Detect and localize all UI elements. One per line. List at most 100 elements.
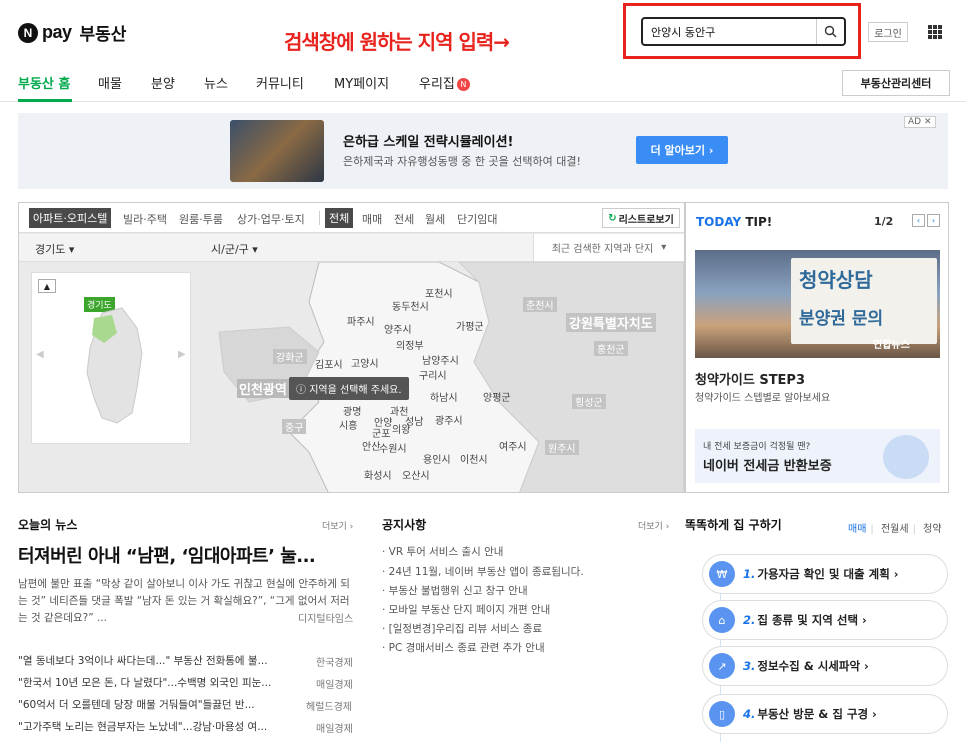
map-city-label[interactable]: 남양주시 xyxy=(422,352,459,367)
map-panel[interactable]: 아파트·오피스텔 빌라·주택 원룸·투룸 상가·업무·토지 전체 매매 전세 월… xyxy=(18,202,685,493)
map-region-label[interactable]: 강원특별자치도 xyxy=(566,313,656,332)
ad-banner[interactable]: 은하급 스케일 전략시뮬레이션! 은하제국과 자유행성동맹 중 한 곳을 선택하… xyxy=(18,113,948,189)
map-city-label[interactable]: 인천광역 xyxy=(237,379,289,398)
map-city-label[interactable]: 고양시 xyxy=(351,355,379,370)
ad-close-icon[interactable]: AD ✕ xyxy=(904,116,936,128)
map-city-label[interactable]: 양주시 xyxy=(384,321,412,336)
login-button[interactable]: 로그인 xyxy=(868,22,908,42)
map-city-label[interactable]: 포천시 xyxy=(425,285,453,300)
map-city-label[interactable]: 구리시 xyxy=(419,367,447,382)
ad-learn-more-button[interactable]: 더 알아보기 › xyxy=(636,136,728,164)
news-item[interactable]: "한국서 10년 모은 돈, 다 날렸다"...수백명 외국인 피눈... xyxy=(18,675,271,690)
minimap-right-arrow-icon[interactable]: ▶ xyxy=(178,349,186,360)
map-city-label[interactable]: 이천시 xyxy=(460,451,488,466)
map-city-label[interactable]: 용인시 xyxy=(423,451,451,466)
recent-search-dropdown[interactable]: 최근 검색한 지역과 단지 ▾ xyxy=(533,234,684,261)
news-item[interactable]: "60억서 더 오를텐데 당장 매물 거둬들여"들끓던 반... xyxy=(18,697,294,712)
notice-item[interactable]: · PC 경매서비스 종료 관련 추가 안내 xyxy=(382,640,545,655)
select-region-tooltip: ⓘ 지역을 선택해 주세요. xyxy=(289,377,409,400)
news-item-source: 매일경제 xyxy=(316,724,353,735)
minimap-left-arrow-icon[interactable]: ◀ xyxy=(36,349,44,360)
search-box[interactable]: 안양시 동안구 xyxy=(641,17,846,46)
notice-item[interactable]: · 부동산 불법행위 신고 창구 안내 xyxy=(382,583,528,598)
map-city-label[interactable]: 수원시 xyxy=(379,440,407,455)
city-select[interactable]: 시/군/구 ▾ xyxy=(211,241,258,257)
prev-arrow-icon[interactable]: ‹ xyxy=(912,214,925,227)
list-view-label: 리스트로보기 xyxy=(618,214,674,226)
search-icon[interactable] xyxy=(816,19,844,44)
nav-listings[interactable]: 매물 xyxy=(98,73,122,92)
apps-grid-icon[interactable] xyxy=(928,25,942,39)
tab-all[interactable]: 전체 xyxy=(325,208,354,228)
map-region-label[interactable]: 강화군 xyxy=(273,349,307,364)
list-view-button[interactable]: ↻ 리스트로보기 xyxy=(602,208,680,228)
banner-title: 네이버 전세금 반환보증 xyxy=(703,459,832,474)
map-region-label[interactable]: 춘천시 xyxy=(523,297,557,312)
tab-sale[interactable]: 매매 xyxy=(362,211,382,227)
tab-monthly[interactable]: 월세 xyxy=(425,211,445,227)
guide-step-3[interactable]: ↗ 3. 정보수집 & 시세파악 › xyxy=(702,646,948,686)
tab-jeonse[interactable]: 전세 xyxy=(394,211,414,227)
map-region-label[interactable]: 홍천군 xyxy=(594,341,628,356)
nav-myhome[interactable]: 우리집 N xyxy=(419,73,470,92)
guide-tab-rent[interactable]: 전월세 xyxy=(881,524,909,535)
guide-tab-sale[interactable]: 매매 xyxy=(848,524,866,535)
tab-commercial[interactable]: 상가·업무·토지 xyxy=(237,211,305,227)
map-city-label[interactable]: 파주시 xyxy=(347,313,375,328)
notice-item[interactable]: · VR 투어 서비스 출시 안내 xyxy=(382,544,503,559)
jeonse-guarantee-banner[interactable]: 내 전세 보증금이 걱정될 땐? 네이버 전세금 반환보증 xyxy=(695,429,940,483)
guide-step-text: 정보수집 & 시세파악 › xyxy=(757,659,869,673)
tip-photo[interactable]: 청약상담 분양권 문의 연합뉴스 xyxy=(695,250,940,358)
new-badge: N xyxy=(456,78,470,91)
house-icon: ⌂ xyxy=(709,607,735,633)
nav-myhome-label: 우리집 xyxy=(419,77,455,92)
tab-apartment[interactable]: 아파트·오피스텔 xyxy=(29,208,112,228)
nav-mypage[interactable]: MY페이지 xyxy=(334,73,389,92)
minimap[interactable]: ▲ 경기도 ◀ ▶ xyxy=(31,272,191,444)
map-region-label[interactable]: 횡성군 xyxy=(572,394,606,409)
search-input[interactable]: 안양시 동안구 xyxy=(643,24,816,40)
notice-more-link[interactable]: 더보기 › xyxy=(638,519,669,532)
map-city-label[interactable]: 김포시 xyxy=(315,356,343,371)
map-city-label[interactable]: 시흥 xyxy=(339,417,357,432)
tab-short-term[interactable]: 단기임대 xyxy=(457,211,497,227)
map-city-label[interactable]: 가평군 xyxy=(456,318,484,333)
map-city-label[interactable]: 동두천시 xyxy=(392,298,429,313)
news-section-title: 오늘의 뉴스 xyxy=(18,518,78,532)
guide-tab-subscription[interactable]: 청약 xyxy=(923,524,941,535)
nav-home[interactable]: 부동산 홈 xyxy=(18,73,70,92)
map-city-label[interactable]: 오산시 xyxy=(402,467,430,482)
map-region-label[interactable]: 원주시 xyxy=(545,440,579,455)
map-region-label[interactable]: 중구 xyxy=(282,419,307,434)
map-city-label[interactable]: 화성시 xyxy=(364,467,392,482)
news-more-link[interactable]: 더보기 › xyxy=(322,519,353,532)
notice-item[interactable]: · 모바일 부동산 단지 페이지 개편 안내 xyxy=(382,602,550,617)
notice-item[interactable]: · 24년 11월, 네이버 부동산 앱이 종료됩니다. xyxy=(382,564,584,579)
map-city-label[interactable]: 양평군 xyxy=(483,389,511,404)
province-select[interactable]: 경기도 ▾ xyxy=(35,241,74,257)
nav-news[interactable]: 뉴스 xyxy=(204,73,228,92)
news-headline[interactable]: 터져버린 아내 “남편, ‘임대아파트’ 눌... xyxy=(18,542,316,568)
map-city-label[interactable]: 광명 xyxy=(343,403,361,418)
news-item[interactable]: "열 동네보다 3억이나 싸다는데..." 부동산 전화통에 불... xyxy=(18,653,268,668)
naver-pay-realestate-logo[interactable]: N pay 부동산 xyxy=(18,20,126,45)
map-city-label[interactable]: 안산 xyxy=(362,438,380,453)
map-city-label[interactable]: 여주시 xyxy=(499,438,527,453)
map-city-label[interactable]: 의왕 xyxy=(392,421,410,436)
map-city-label[interactable]: 광주시 xyxy=(435,412,463,427)
news-item[interactable]: "고가주택 노리는 현금부자는 노났네"...강남·마용성 여... xyxy=(18,719,267,734)
tab-oneroom[interactable]: 원룸·투룸 xyxy=(179,211,223,227)
nav-presale[interactable]: 분양 xyxy=(151,73,175,92)
guide-step-2[interactable]: ⌂ 2. 집 종류 및 지역 선택 › xyxy=(702,600,948,640)
next-arrow-icon[interactable]: › xyxy=(927,214,940,227)
map-city-label[interactable]: 의정부 xyxy=(396,337,424,352)
nav-community[interactable]: 커뮤니티 xyxy=(256,73,304,92)
map-city-label[interactable]: 하남시 xyxy=(430,389,458,404)
guide-step-4[interactable]: ▯ 4. 부동산 방문 & 집 구경 › xyxy=(702,694,948,734)
guide-step-1[interactable]: ₩1. 가용자금 확인 및 대출 계획 › xyxy=(702,554,948,594)
notice-item[interactable]: · [일정변경]우리집 리뷰 서비스 종료 xyxy=(382,621,542,636)
realestate-manager-button[interactable]: 부동산관리센터 xyxy=(842,70,950,96)
tip-title[interactable]: 청약가이드 STEP3 xyxy=(695,369,805,388)
tooltip-text: 지역을 선택해 주세요. xyxy=(309,385,402,396)
tab-villa[interactable]: 빌라·주택 xyxy=(123,211,167,227)
